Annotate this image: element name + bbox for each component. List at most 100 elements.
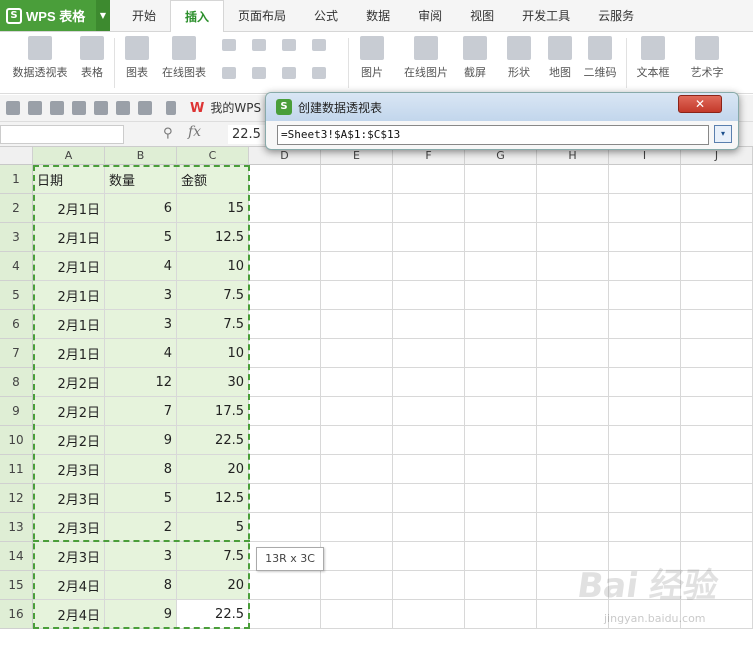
table-cell[interactable]	[681, 513, 753, 542]
radar-chart-menu[interactable]	[312, 38, 326, 51]
table-cell[interactable]	[609, 165, 681, 194]
table-cell[interactable]	[537, 368, 609, 397]
table-cell[interactable]	[681, 223, 753, 252]
table-cell[interactable]: 2	[105, 513, 177, 542]
table-cell[interactable]	[609, 426, 681, 455]
row-header[interactable]: 13	[0, 513, 33, 542]
table-cell[interactable]	[465, 310, 537, 339]
qrcode-button[interactable]: 二维码	[581, 36, 619, 80]
row-header[interactable]: 16	[0, 600, 33, 629]
table-cell[interactable]: 22.5	[177, 600, 249, 629]
table-cell[interactable]	[537, 484, 609, 513]
row-header[interactable]: 4	[0, 252, 33, 281]
map-button[interactable]: 地图	[545, 36, 575, 80]
table-cell[interactable]	[681, 484, 753, 513]
expand-dialog-button[interactable]: ▾	[714, 125, 732, 143]
row-header[interactable]: 2	[0, 194, 33, 223]
table-cell[interactable]: 7	[105, 397, 177, 426]
table-cell[interactable]	[609, 397, 681, 426]
range-input[interactable]: =Sheet3!$A$1:$C$13	[277, 125, 709, 145]
table-cell[interactable]: 8	[105, 455, 177, 484]
table-cell[interactable]	[465, 571, 537, 600]
tab-review[interactable]: 审阅	[404, 0, 456, 32]
row-header[interactable]: 6	[0, 310, 33, 339]
table-cell[interactable]: 10	[177, 339, 249, 368]
table-cell[interactable]: 4	[105, 339, 177, 368]
table-cell[interactable]	[681, 339, 753, 368]
table-cell[interactable]	[609, 484, 681, 513]
table-cell[interactable]: 9	[105, 600, 177, 629]
chevron-down-icon[interactable]: ▼	[96, 0, 110, 31]
table-cell[interactable]	[465, 426, 537, 455]
table-cell[interactable]: 15	[177, 194, 249, 223]
table-cell[interactable]	[609, 339, 681, 368]
table-cell[interactable]: 3	[105, 281, 177, 310]
table-cell[interactable]	[393, 194, 465, 223]
table-cell[interactable]	[249, 252, 321, 281]
table-cell[interactable]	[393, 281, 465, 310]
table-cell[interactable]	[609, 513, 681, 542]
table-cell[interactable]	[249, 455, 321, 484]
table-cell[interactable]	[681, 281, 753, 310]
table-button[interactable]: 表格	[76, 36, 108, 80]
table-cell[interactable]	[393, 484, 465, 513]
row-header[interactable]: 14	[0, 542, 33, 571]
row-header[interactable]: 3	[0, 223, 33, 252]
table-cell[interactable]	[465, 368, 537, 397]
name-box[interactable]	[0, 125, 124, 144]
table-cell[interactable]: 12.5	[177, 223, 249, 252]
redo-icon[interactable]	[138, 101, 152, 115]
row-header[interactable]: 12	[0, 484, 33, 513]
table-cell[interactable]: 17.5	[177, 397, 249, 426]
undo-icon[interactable]	[116, 101, 130, 115]
row-header[interactable]: 9	[0, 397, 33, 426]
table-cell[interactable]	[321, 310, 393, 339]
table-cell[interactable]	[681, 165, 753, 194]
fx-icon[interactable]: fx	[188, 124, 201, 140]
table-cell[interactable]	[393, 339, 465, 368]
table-cell[interactable]: 2月1日	[33, 194, 105, 223]
table-cell[interactable]	[465, 165, 537, 194]
row-header[interactable]: 10	[0, 426, 33, 455]
textbox-button[interactable]: 文本框	[632, 36, 674, 80]
pie-chart-menu[interactable]	[282, 66, 296, 79]
table-cell[interactable]: 2月1日	[33, 252, 105, 281]
table-cell[interactable]	[465, 484, 537, 513]
area-chart-menu[interactable]	[222, 66, 236, 79]
table-cell[interactable]	[681, 426, 753, 455]
table-cell[interactable]	[537, 165, 609, 194]
column-header[interactable]: A	[33, 147, 105, 165]
table-cell[interactable]	[249, 368, 321, 397]
table-cell[interactable]	[681, 455, 753, 484]
table-cell[interactable]	[321, 542, 393, 571]
table-cell[interactable]	[465, 223, 537, 252]
print-icon[interactable]	[72, 101, 86, 115]
table-cell[interactable]	[393, 252, 465, 281]
table-cell[interactable]: 6	[105, 194, 177, 223]
table-cell[interactable]	[321, 600, 393, 629]
table-cell[interactable]	[249, 571, 321, 600]
table-cell[interactable]: 2月4日	[33, 600, 105, 629]
table-cell[interactable]: 12.5	[177, 484, 249, 513]
table-cell[interactable]: 2月1日	[33, 223, 105, 252]
table-cell[interactable]	[609, 223, 681, 252]
table-cell[interactable]	[537, 310, 609, 339]
bar-chart-menu[interactable]	[252, 38, 266, 51]
table-cell[interactable]	[249, 426, 321, 455]
table-cell[interactable]: 3	[105, 310, 177, 339]
table-cell[interactable]	[537, 339, 609, 368]
tab-view[interactable]: 视图	[456, 0, 508, 32]
table-cell[interactable]	[393, 542, 465, 571]
close-button[interactable]: ✕	[678, 95, 722, 113]
table-cell[interactable]	[681, 368, 753, 397]
table-cell[interactable]	[321, 223, 393, 252]
table-cell[interactable]: 4	[105, 252, 177, 281]
shape-button[interactable]: 形状	[502, 36, 536, 80]
table-cell[interactable]: 2月3日	[33, 513, 105, 542]
screenshot-button[interactable]: 截屏	[458, 36, 492, 80]
table-cell[interactable]: 10	[177, 252, 249, 281]
row-header[interactable]: 11	[0, 455, 33, 484]
table-cell[interactable]: 2月2日	[33, 426, 105, 455]
table-cell[interactable]	[465, 194, 537, 223]
tab-cloud[interactable]: 云服务	[584, 0, 648, 32]
